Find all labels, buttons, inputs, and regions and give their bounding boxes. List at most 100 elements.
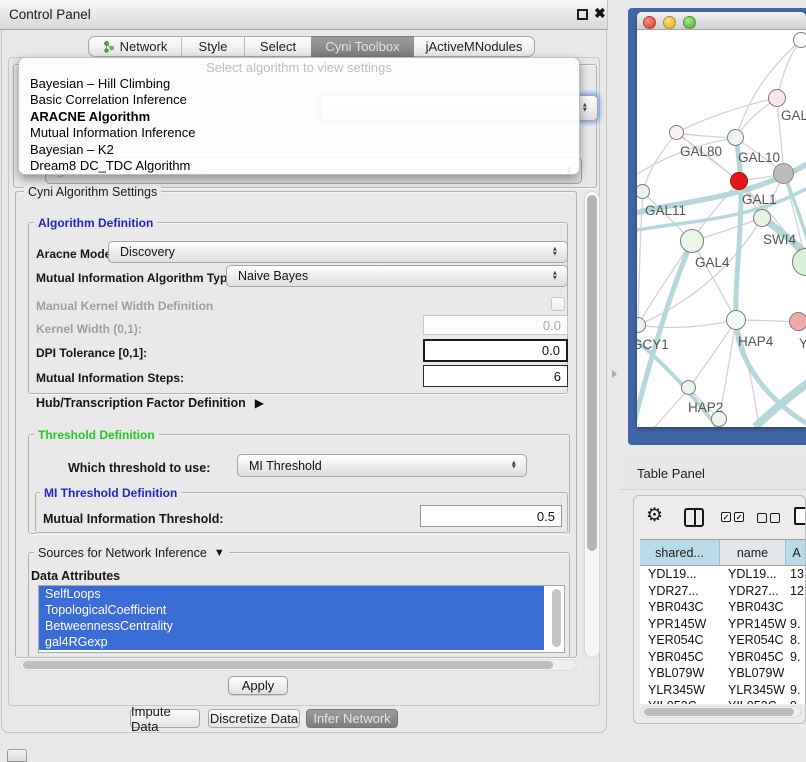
kernel-width-field[interactable]: 0.0: [423, 315, 568, 335]
node-label: HAP2: [688, 400, 723, 415]
network-node-pink[interactable]: [789, 312, 806, 331]
apply-button[interactable]: Apply: [228, 676, 288, 695]
which-threshold-combo[interactable]: MI Threshold ▲▼: [237, 454, 527, 477]
table-row[interactable]: YBR045C YBR045C 9.: [640, 649, 806, 666]
tab-discretize-data[interactable]: Discretize Data: [208, 709, 300, 728]
cell-name: YBL079W: [720, 665, 786, 682]
network-node[interactable]: [681, 380, 696, 395]
mi-threshold-field[interactable]: 0.5: [420, 505, 562, 527]
table-row[interactable]: YBL079W YBL079W: [640, 665, 806, 682]
hub-definition-label: Hub/Transcription Factor Definition: [36, 396, 246, 410]
node-label: GAL4: [695, 255, 730, 270]
list-scrollbar-thumb[interactable]: [552, 589, 561, 647]
table-horizontal-scrollbar[interactable]: [641, 706, 801, 718]
manual-kernel-checkbox[interactable]: [551, 297, 565, 311]
attribute-item-selected[interactable]: gal4RGexp: [39, 634, 544, 650]
network-node[interactable]: [726, 310, 746, 330]
mi-steps-label: Mutual Information Steps:: [36, 371, 184, 385]
network-node[interactable]: [727, 129, 744, 146]
scrollbar-thumb[interactable]: [23, 661, 553, 669]
cell-value: 9.: [786, 616, 806, 633]
algorithm-option[interactable]: Bayesian – K2: [19, 142, 579, 158]
cell-name: YBR045C: [720, 649, 786, 666]
node-label: GAL80: [680, 144, 722, 159]
gear-icon[interactable]: ⚙: [646, 504, 663, 527]
attribute-item-selected[interactable]: TopologicalCoefficient: [39, 602, 544, 618]
algorithm-option-selected[interactable]: ARACNE Algorithm: [19, 109, 579, 125]
cell-value: 13: [786, 566, 806, 583]
tab-network[interactable]: Network: [88, 36, 181, 57]
settings-vertical-scrollbar[interactable]: [584, 191, 600, 658]
minimized-panel-button[interactable]: [7, 749, 27, 762]
network-canvas[interactable]: GAL7 GAL80 GAL10 GAL1 GAL11 SWI4 GAL4 GC…: [637, 30, 806, 427]
cell-name: YPR145W: [720, 616, 786, 633]
dpi-tolerance-field[interactable]: 0.0: [423, 339, 568, 362]
table-row[interactable]: YBR043C YBR043C: [640, 599, 806, 616]
aracne-mode-combo[interactable]: Discovery ▲▼: [108, 241, 568, 263]
close-icon[interactable]: ✖: [594, 5, 606, 22]
network-node[interactable]: [680, 229, 704, 253]
tab-label: jActiveMNodules: [426, 39, 523, 54]
table-row[interactable]: YPR145W YPR145W 9.: [640, 616, 806, 633]
split-columns-icon[interactable]: [684, 508, 704, 527]
stepper-arrows-icon: ▲▼: [552, 272, 558, 281]
minimize-traffic-light-icon[interactable]: [663, 16, 676, 29]
tab-style[interactable]: Style: [181, 36, 244, 57]
column-header-partial[interactable]: A: [786, 540, 806, 566]
algorithm-option[interactable]: Bayesian – Hill Climbing: [19, 76, 579, 92]
cell-name: YDL19...: [720, 566, 786, 583]
network-node-gray[interactable]: [773, 163, 794, 184]
table-row[interactable]: YER054C YER054C 8.: [640, 632, 806, 649]
attribute-item-selected[interactable]: BetweennessCentrality: [39, 618, 544, 634]
tab-jactivemnodules[interactable]: jActiveMNodules: [414, 36, 535, 57]
settings-horizontal-scrollbar[interactable]: [20, 659, 577, 671]
tab-label: Select: [260, 39, 296, 54]
data-attributes-list[interactable]: SelfLoops TopologicalCoefficient Between…: [38, 585, 565, 653]
close-traffic-light-icon[interactable]: [643, 16, 656, 29]
mi-steps-field[interactable]: 6: [423, 365, 568, 387]
table-row[interactable]: YLR345W YLR345W 9.: [640, 682, 806, 699]
tab-infer-network[interactable]: Infer Network: [306, 709, 398, 728]
tab-label: Network: [120, 39, 168, 54]
algorithm-option[interactable]: Mutual Information Inference: [19, 125, 579, 141]
stepper-arrows-icon: ▲▼: [511, 461, 517, 470]
page-icon[interactable]: [794, 507, 806, 525]
zoom-traffic-light-icon[interactable]: [683, 16, 696, 29]
tab-label: Impute Data: [131, 704, 199, 734]
column-header-shared-name[interactable]: shared...: [640, 540, 720, 566]
network-node[interactable]: [768, 89, 786, 107]
attribute-item-selected[interactable]: SelfLoops: [39, 586, 544, 602]
table-row[interactable]: YDL19... YDL19... 13: [640, 566, 806, 583]
network-node[interactable]: [669, 125, 684, 140]
network-node[interactable]: [793, 32, 806, 48]
float-window-icon[interactable]: [577, 9, 588, 20]
sources-header[interactable]: Sources for Network Inference ▼: [34, 546, 229, 560]
expand-arrow-icon[interactable]: ▶: [255, 396, 264, 410]
hub-definition-section[interactable]: Hub/Transcription Factor Definition ▶: [36, 396, 264, 410]
splitpane-divider-handle[interactable]: [612, 370, 617, 378]
checked-box-icon[interactable]: ✓: [721, 512, 731, 522]
algorithm-dropdown-popup: Select algorithm to view settings Bayesi…: [18, 57, 580, 175]
network-node-red[interactable]: [730, 172, 748, 190]
node-label: GAL1: [742, 192, 777, 207]
unchecked-box-icon[interactable]: [757, 513, 767, 523]
tab-cyni-toolbox[interactable]: Cyni Toolbox: [311, 36, 414, 57]
table-row[interactable]: YIL052C YIL052C 9: [640, 698, 806, 704]
tab-impute-data[interactable]: Impute Data: [130, 709, 200, 728]
column-header-name[interactable]: name: [720, 540, 786, 566]
node-table[interactable]: shared... name A YDL19... YDL19... 13 YD…: [640, 539, 806, 704]
tab-select[interactable]: Select: [244, 36, 311, 57]
scrollbar-thumb[interactable]: [644, 708, 794, 716]
checked-box-icon[interactable]: ✓: [734, 512, 744, 522]
unchecked-box-icon[interactable]: [770, 513, 780, 523]
algorithm-option[interactable]: Dream8 DC_TDC Algorithm: [19, 158, 579, 174]
mi-type-combo[interactable]: Naive Bayes ▲▼: [226, 265, 568, 287]
cell-shared-name: YLR345W: [640, 682, 720, 699]
cell-value: [786, 665, 806, 682]
mi-threshold-group-title: MI Threshold Definition: [40, 486, 181, 500]
scrollbar-thumb[interactable]: [587, 195, 597, 551]
table-row[interactable]: YDR27... YDR27... 12: [640, 583, 806, 600]
collapse-arrow-icon[interactable]: ▼: [214, 547, 225, 559]
algorithm-option[interactable]: Basic Correlation Inference: [19, 92, 579, 108]
network-node[interactable]: [753, 209, 771, 227]
